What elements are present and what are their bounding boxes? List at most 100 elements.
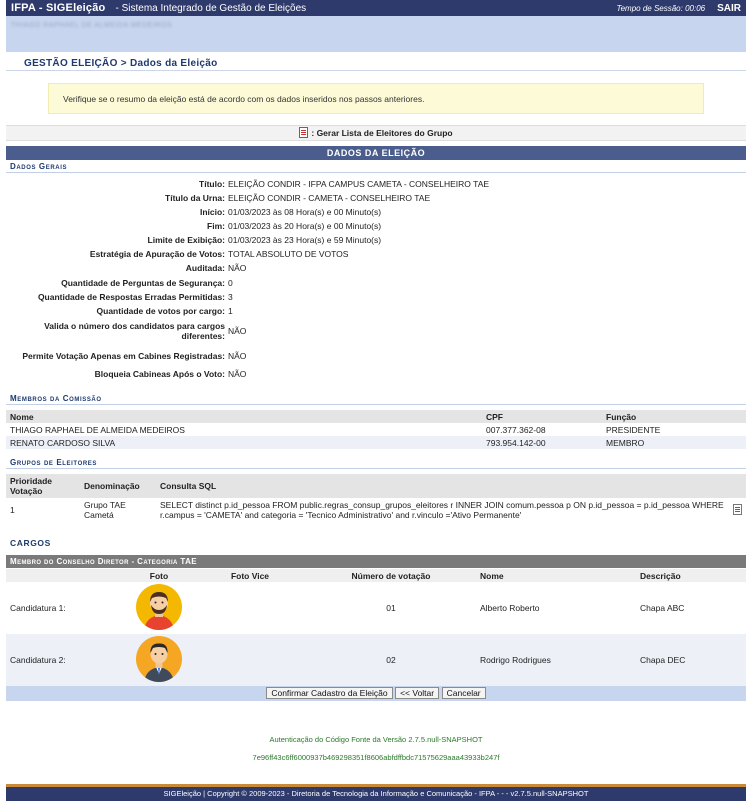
field-row: Limite de Exibição: 01/03/2023 às 23 Hora… bbox=[6, 234, 746, 246]
dados-gerais-heading: Dados Gerais bbox=[6, 161, 746, 173]
field-label: Título da Urna: bbox=[165, 193, 225, 203]
gerar-lista-link[interactable]: : Gerar Lista de Eleitores do Grupo bbox=[6, 125, 746, 141]
field-row: Quantidade de votos por cargo: 1 bbox=[6, 305, 746, 317]
logout-link[interactable]: SAIR bbox=[717, 3, 741, 14]
field-value: TOTAL ABSOLUTO DE VOTOS bbox=[228, 249, 349, 259]
group-priority: 1 bbox=[10, 505, 15, 515]
field-row: Título da Urna: ELEIÇÃO CONDIR - CAMETA -… bbox=[6, 192, 746, 204]
col-nome-candidato: Nome bbox=[476, 569, 636, 582]
table-row: 1 Grupo TAE Cametá SELECT distinct p.id_… bbox=[6, 498, 746, 522]
member-role: MEMBRO bbox=[602, 436, 746, 449]
candidate-photo bbox=[136, 584, 182, 630]
group-sql: SELECT distinct p.id_pessoa FROM public.… bbox=[160, 500, 724, 520]
cargo-title: Membro do Conselho Diretor - Categoria T… bbox=[6, 555, 746, 568]
member-name: THIAGO RAPHAEL DE ALMEIDA MEDEIROS bbox=[10, 424, 185, 435]
session-timer: Tempo de Sessão: 00:06 bbox=[616, 3, 706, 13]
candidatura-label: Candidatura 1: bbox=[10, 603, 66, 613]
candidate-description: Chapa ABC bbox=[640, 603, 685, 613]
field-value: ELEIÇÃO CONDIR - IFPA CAMPUS CAMETA - CO… bbox=[228, 179, 490, 189]
field-row: Título: ELEIÇÃO CONDIR - IFPA CAMPUS CAME… bbox=[6, 178, 746, 190]
candidate-name: Alberto Roberto bbox=[480, 603, 540, 613]
table-row: Candidatura 1: 01 Alberto Roberto Chapa … bbox=[6, 582, 746, 634]
col-numero: Número de votação bbox=[306, 569, 476, 582]
candidate-description: Chapa DEC bbox=[636, 634, 746, 686]
auth-hash: 7e96ff43c6ff6000937b469298351f8606abfdff… bbox=[252, 753, 500, 762]
member-role: PRESIDENTE bbox=[606, 424, 661, 435]
field-row: Permite Votação Apenas em Cabines Regist… bbox=[6, 345, 746, 367]
action-bar: Confirmar Cadastro da Eleição << Voltar … bbox=[6, 686, 746, 701]
field-value: 01/03/2023 às 20 Hora(s) e 00 Minuto(s) bbox=[228, 221, 382, 231]
field-row: Quantidade de Respostas Erradas Permitid… bbox=[6, 291, 746, 303]
field-label: Quantidade de votos por cargo: bbox=[96, 306, 225, 316]
comissao-heading: Membros da Comissão bbox=[6, 393, 746, 405]
field-value: NÃO bbox=[228, 326, 247, 336]
field-row: Bloqueia Cabineas Após o Voto: NÃO bbox=[6, 368, 746, 380]
auth-version: Autenticação do Código Fonte da Versão 2… bbox=[269, 735, 483, 744]
col-descricao: Descrição bbox=[636, 569, 746, 582]
top-bar: IFPA - SIGEleição - Sistema Integrado de… bbox=[6, 0, 746, 16]
field-label: Título: bbox=[199, 179, 225, 189]
breadcrumb: GESTÃO ELEIÇÃO > Dados da Eleição bbox=[24, 58, 218, 69]
col-consulta: Consulta SQL bbox=[156, 474, 729, 498]
field-value: 01/03/2023 às 08 Hora(s) e 00 Minuto(s) bbox=[228, 207, 382, 217]
field-row: Início: 01/03/2023 às 08 Hora(s) e 00 Min… bbox=[6, 206, 746, 218]
user-name-blurred: THIAGO RAPHAEL DE ALMEIDA MEDEIROS bbox=[11, 22, 173, 29]
member-name: RENATO CARDOSO SILVA bbox=[6, 436, 482, 449]
report-icon[interactable] bbox=[299, 127, 309, 138]
field-label: Auditada: bbox=[185, 263, 225, 273]
system-brand: IFPA - SIGEleição bbox=[11, 2, 106, 14]
field-label: Fim: bbox=[207, 221, 225, 231]
field-label: Limite de Exibição: bbox=[147, 235, 225, 245]
candidate-number: 01 bbox=[386, 603, 396, 613]
breadcrumb-divider bbox=[6, 70, 746, 71]
field-label: Início: bbox=[199, 207, 225, 217]
page-frame: IFPA - SIGEleição - Sistema Integrado de… bbox=[6, 0, 746, 803]
member-cpf: 793.954.142-00 bbox=[482, 436, 602, 449]
col-cpf: CPF bbox=[482, 410, 602, 423]
group-name: Grupo TAE Cametá bbox=[84, 500, 126, 520]
field-label: Quantidade de Perguntas de Segurança: bbox=[61, 278, 225, 288]
report-icon[interactable] bbox=[733, 503, 742, 515]
field-label: Valida o número dos candidatos para carg… bbox=[44, 321, 225, 341]
grupos-heading: Grupos de Eleitores bbox=[6, 457, 746, 469]
field-label: Bloqueia Cabineas Após o Voto: bbox=[94, 369, 225, 379]
section-title: DADOS DA ELEIÇÃO bbox=[6, 146, 746, 160]
field-value: NÃO bbox=[228, 351, 247, 361]
table-row: RENATO CARDOSO SILVA 793.954.142-00 MEMB… bbox=[6, 436, 746, 449]
field-row: Valida o número dos candidatos para carg… bbox=[6, 320, 746, 342]
candidate-photo bbox=[136, 636, 182, 682]
field-value: 01/03/2023 às 23 Hora(s) e 59 Minuto(s) bbox=[228, 235, 382, 245]
user-info-bar: THIAGO RAPHAEL DE ALMEIDA MEDEIROS bbox=[6, 16, 746, 52]
field-label: Estratégia de Apuração de Votos: bbox=[89, 249, 225, 259]
field-value: 0 bbox=[228, 278, 233, 288]
field-value: NÃO bbox=[228, 369, 247, 379]
col-funcao: Função bbox=[602, 410, 746, 423]
col-foto: Foto bbox=[124, 569, 194, 582]
cancelar-button[interactable]: Cancelar bbox=[441, 687, 486, 699]
comissao-table: Nome CPF Função THIAGO RAPHAEL DE ALMEID… bbox=[6, 410, 746, 449]
candidate-number: 02 bbox=[306, 634, 476, 686]
member-cpf: 007.377.362-08 bbox=[486, 424, 546, 435]
col-prioridade: Prioridade Votação bbox=[6, 474, 80, 498]
field-row: Estratégia de Apuração de Votos: TOTAL AB… bbox=[6, 248, 746, 260]
table-row: THIAGO RAPHAEL DE ALMEIDA MEDEIROS 007.3… bbox=[6, 423, 746, 436]
voltar-button[interactable]: << Voltar bbox=[395, 687, 440, 699]
table-row: Candidatura 2: 02 Rodrigo Rodrigues Chap… bbox=[6, 634, 746, 686]
field-label: Quantidade de Respostas Erradas Permitid… bbox=[37, 292, 225, 302]
col-nome: Nome bbox=[6, 410, 482, 423]
candidate-name: Rodrigo Rodrigues bbox=[476, 634, 636, 686]
col-foto-vice: Foto Vice bbox=[194, 569, 306, 582]
gerar-lista-label[interactable]: : Gerar Lista de Eleitores do Grupo bbox=[311, 128, 452, 138]
col-denominacao: Denominação bbox=[80, 474, 156, 498]
cargos-heading: CARGOS bbox=[10, 538, 51, 548]
field-row: Auditada: NÃO bbox=[6, 262, 746, 274]
field-row: Fim: 01/03/2023 às 20 Hora(s) e 00 Minuto… bbox=[6, 220, 746, 232]
info-notice: Verifique se o resumo da eleição está de… bbox=[48, 83, 704, 114]
system-subtitle: - Sistema Integrado de Gestão de Eleiçõe… bbox=[115, 2, 307, 14]
candidatura-label: Candidatura 2: bbox=[6, 634, 124, 686]
field-value: 3 bbox=[228, 292, 233, 302]
field-value: 1 bbox=[228, 306, 233, 316]
field-value: NÃO bbox=[228, 263, 247, 273]
field-value: ELEIÇÃO CONDIR - CAMETA - CONSELHEIRO TA… bbox=[228, 193, 431, 203]
confirmar-cadastro-button[interactable]: Confirmar Cadastro da Eleição bbox=[266, 687, 393, 699]
